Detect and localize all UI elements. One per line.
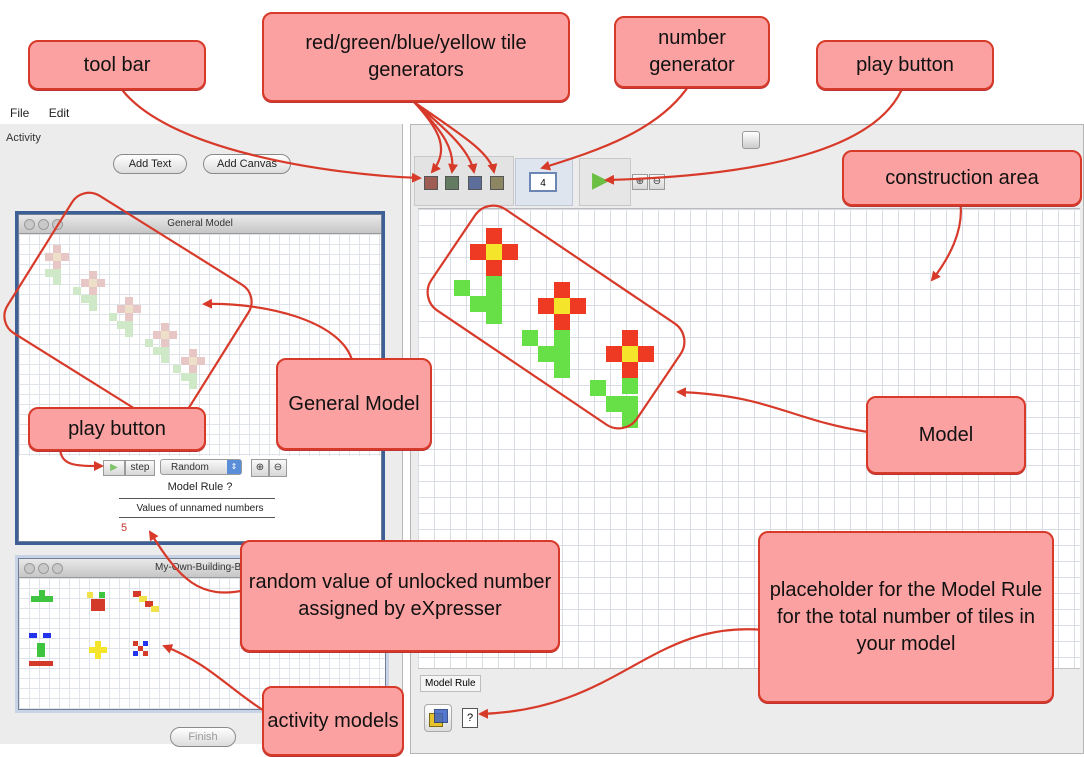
values-label: Values of unnamed numbers bbox=[136, 503, 264, 514]
zoom-in-icon[interactable]: ⊕ bbox=[632, 174, 648, 190]
menu-file[interactable]: File bbox=[10, 106, 29, 120]
finish-button[interactable]: Finish bbox=[170, 727, 236, 747]
callout-construction-area: construction area bbox=[842, 150, 1082, 206]
unnamed-number-value[interactable]: 5 bbox=[121, 522, 127, 534]
minimize-dot-icon[interactable] bbox=[38, 219, 49, 230]
number-generator[interactable]: 4 bbox=[529, 172, 557, 192]
model-rule-placeholder[interactable]: ? bbox=[462, 708, 478, 728]
general-play-button[interactable]: ▶ bbox=[103, 460, 125, 476]
callout-tile-generators: red/green/blue/yellow tile generators bbox=[262, 12, 570, 102]
close-dot-icon[interactable] bbox=[24, 219, 35, 230]
callout-general-model: General Model bbox=[276, 358, 432, 450]
model-rule-text: Model Rule ? bbox=[167, 481, 233, 493]
step-button[interactable]: step bbox=[125, 460, 155, 476]
mode-select[interactable]: Random ⇕ bbox=[160, 459, 242, 475]
zoom-dot-icon[interactable] bbox=[52, 563, 63, 574]
callout-random-value: random value of unlocked number assigned… bbox=[240, 540, 560, 652]
general-model-titlebar: General Model bbox=[19, 215, 381, 234]
callout-placeholder: placeholder for the Model Rule for the t… bbox=[758, 531, 1054, 703]
add-text-button[interactable]: Add Text bbox=[113, 154, 187, 174]
values-divider bbox=[119, 517, 275, 518]
zoom-dot-icon[interactable] bbox=[52, 219, 63, 230]
menu-edit[interactable]: Edit bbox=[49, 106, 70, 120]
general-model-title: General Model bbox=[167, 218, 233, 229]
rule-divider bbox=[119, 498, 275, 499]
green-tile-generator[interactable] bbox=[445, 176, 459, 190]
add-canvas-button[interactable]: Add Canvas bbox=[203, 154, 291, 174]
close-dot-icon[interactable] bbox=[24, 563, 35, 574]
yellow-tile-generator[interactable] bbox=[490, 176, 504, 190]
model-rule-tab[interactable]: Model Rule bbox=[420, 675, 481, 692]
tile-count-icon[interactable] bbox=[424, 704, 452, 732]
callout-tool-bar: tool bar bbox=[28, 40, 206, 90]
zoom-in-icon[interactable]: ⊕ bbox=[251, 459, 269, 477]
callout-number-generator: number generator bbox=[614, 16, 770, 88]
mode-select-value: Random bbox=[171, 462, 209, 473]
building-blocks-title: My-Own-Building-Blo bbox=[155, 562, 249, 573]
blue-tile-generator[interactable] bbox=[468, 176, 482, 190]
callout-model: Model bbox=[866, 396, 1026, 474]
select-arrow-icon: ⇕ bbox=[227, 460, 241, 474]
activity-label: Activity bbox=[6, 132, 41, 144]
red-tile-generator[interactable] bbox=[424, 176, 438, 190]
callout-play-button-top: play button bbox=[816, 40, 994, 90]
play-button[interactable]: ▶ bbox=[592, 168, 609, 192]
callout-activity-models: activity models bbox=[262, 686, 404, 756]
minimize-dot-icon[interactable] bbox=[38, 563, 49, 574]
split-handle[interactable] bbox=[742, 131, 760, 149]
menu-bar: File Edit bbox=[0, 106, 400, 124]
zoom-out-icon[interactable]: ⊖ bbox=[649, 174, 665, 190]
zoom-out-icon[interactable]: ⊖ bbox=[269, 459, 287, 477]
callout-play-button-left: play button bbox=[28, 407, 206, 451]
